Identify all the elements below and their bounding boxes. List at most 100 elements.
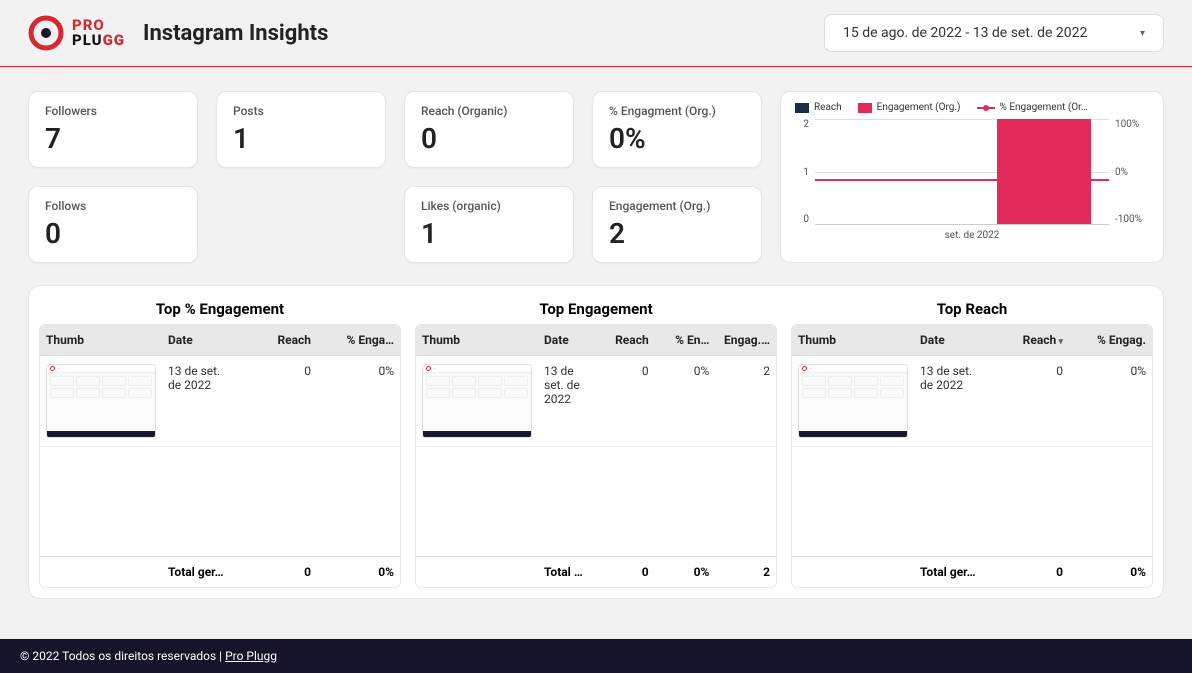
- y-axis-right: 100% 0% -100%: [1115, 119, 1149, 225]
- table-title: Top % Engagement: [39, 294, 401, 324]
- table-row[interactable]: — 13 de set. de 2022 0 0%: [792, 356, 1152, 447]
- col-reach[interactable]: Reach: [234, 325, 317, 355]
- metric-label: Posts: [233, 104, 369, 118]
- legend-reach[interactable]: Reach: [795, 102, 842, 113]
- y-axis-left: 2 1 0: [795, 119, 809, 225]
- app-footer: © 2022 Todos os direitos reservados | Pr…: [0, 639, 1192, 673]
- table-body: — 13 de set. de 2022 0 0% 2: [416, 356, 776, 556]
- col-pct-engagement[interactable]: % Engag.: [1069, 325, 1152, 355]
- metric-label: Engagement (Org.): [609, 199, 745, 213]
- metric-value: 0%: [609, 122, 745, 155]
- swatch-icon: [795, 103, 809, 113]
- table-footer: Total ger… 0 0%: [40, 556, 400, 587]
- chart-legend: Reach Engagement (Org.) % Engagement (Or…: [795, 102, 1149, 113]
- col-date[interactable]: Date: [914, 325, 986, 355]
- table-body: — 13 de set. de 2022 0 0%: [40, 356, 400, 556]
- col-date[interactable]: Date: [538, 325, 594, 355]
- table-title: Top Reach: [791, 294, 1153, 324]
- metric-reach-organic: Reach (Organic) 0: [404, 91, 574, 168]
- metric-engagement-pct: % Engagment (Org.) 0%: [592, 91, 762, 168]
- metric-followers: Followers 7: [28, 91, 198, 168]
- metric-posts: Posts 1: [216, 91, 386, 168]
- footer-reach: 0: [986, 557, 1069, 587]
- col-reach[interactable]: Reach: [986, 325, 1069, 355]
- bar-engagement: [997, 119, 1091, 224]
- metric-value: 1: [233, 122, 369, 155]
- date-range-picker[interactable]: 15 de ago. de 2022 - 13 de set. de 2022 …: [824, 14, 1164, 52]
- table-top-engagement: Top Engagement Thumb Date Reach % En… En…: [415, 294, 777, 588]
- date-range-label: 15 de ago. de 2022 - 13 de set. de 2022: [843, 25, 1087, 41]
- metric-value: 7: [45, 122, 181, 155]
- footer-pct: 0%: [317, 557, 400, 587]
- page-title: Instagram Insights: [143, 21, 328, 46]
- table-row[interactable]: — 13 de set. de 2022 0 0%: [40, 356, 400, 447]
- cell-reach: 0: [234, 356, 317, 446]
- cell-pct: 0%: [655, 356, 716, 446]
- metric-value: 0: [45, 217, 181, 250]
- post-thumbnail: —: [422, 364, 532, 438]
- metric-engagement-org: Engagement (Org.) 2: [592, 186, 762, 263]
- cell-pct: 0%: [317, 356, 400, 446]
- legend-engagement-pct[interactable]: % Engagement (Or…: [977, 102, 1088, 113]
- data-point: [1040, 175, 1048, 183]
- footer-pct: 0%: [655, 557, 716, 587]
- table-top-pct-engagement: Top % Engagement Thumb Date Reach % Enga…: [39, 294, 401, 588]
- metric-likes-organic: Likes (organic) 1: [404, 186, 574, 263]
- table-footer: Total ger… 0 0%: [792, 556, 1152, 587]
- plot-area: [815, 119, 1109, 225]
- col-date[interactable]: Date: [162, 325, 234, 355]
- col-thumb[interactable]: Thumb: [792, 325, 914, 355]
- logo-icon: [28, 15, 64, 51]
- cell-date: 13 de set. de 2022: [538, 356, 594, 446]
- legend-engagement[interactable]: Engagement (Org.): [858, 102, 961, 113]
- logo-line2: PLUGG: [72, 33, 125, 48]
- chart-card: Reach Engagement (Org.) % Engagement (Or…: [780, 91, 1164, 263]
- footer-pct: 0%: [1069, 557, 1152, 587]
- footer-reach: 0: [234, 557, 317, 587]
- logo-text: PRO PLUGG: [72, 18, 125, 48]
- post-thumbnail: —: [798, 364, 908, 438]
- cell-date: 13 de set. de 2022: [914, 356, 986, 446]
- metric-label: Followers: [45, 104, 181, 118]
- col-thumb[interactable]: Thumb: [40, 325, 162, 355]
- main-content: Followers 7 Posts 1 Reach (Organic) 0 % …: [0, 67, 1192, 611]
- col-pct-engagement[interactable]: % Enga…: [317, 325, 400, 355]
- table-body: — 13 de set. de 2022 0 0%: [792, 356, 1152, 556]
- x-axis-label: set. de 2022: [795, 230, 1149, 241]
- cell-thumb: —: [416, 356, 538, 446]
- cell-thumb: —: [792, 356, 914, 446]
- cell-thumb: —: [40, 356, 162, 446]
- footer-copyright: © 2022 Todos os direitos reservados |: [20, 649, 225, 663]
- table-title: Top Engagement: [415, 294, 777, 324]
- metric-label: Likes (organic): [421, 199, 557, 213]
- footer-engagement: 2: [715, 557, 776, 587]
- app-header: PRO PLUGG Instagram Insights 15 de ago. …: [0, 0, 1192, 67]
- chart-body: 2 1 0 100% 0% -100% set. de 2022: [795, 119, 1149, 239]
- col-thumb[interactable]: Thumb: [416, 325, 538, 355]
- tables-area: Top % Engagement Thumb Date Reach % Enga…: [28, 285, 1164, 599]
- cell-reach: 0: [986, 356, 1069, 446]
- footer-link[interactable]: Pro Plugg: [225, 649, 277, 663]
- table-header: Thumb Date Reach % Engag.: [792, 325, 1152, 356]
- footer-label: Total ger…: [914, 557, 986, 587]
- cell-date: 13 de set. de 2022: [162, 356, 234, 446]
- table-row[interactable]: — 13 de set. de 2022 0 0% 2: [416, 356, 776, 447]
- metric-value: 1: [421, 217, 557, 250]
- line-engagement-pct: [815, 179, 1109, 181]
- metric-label: Reach (Organic): [421, 104, 557, 118]
- swatch-icon: [858, 103, 872, 113]
- col-reach[interactable]: Reach: [594, 325, 655, 355]
- col-pct-engagement[interactable]: % En…: [655, 325, 716, 355]
- metric-value: 0: [421, 122, 557, 155]
- line-marker-icon: [977, 107, 995, 109]
- table-header: Thumb Date Reach % En… Engag.…: [416, 325, 776, 356]
- table: Thumb Date Reach % Enga… —: [39, 324, 401, 588]
- cell-engagement: 2: [715, 356, 776, 446]
- table-header: Thumb Date Reach % Enga…: [40, 325, 400, 356]
- table: Thumb Date Reach % Engag. —: [791, 324, 1153, 588]
- header-left: PRO PLUGG Instagram Insights: [28, 15, 328, 51]
- table: Thumb Date Reach % En… Engag.… —: [415, 324, 777, 588]
- metric-label: Follows: [45, 199, 181, 213]
- col-engagement[interactable]: Engag.…: [715, 325, 776, 355]
- post-thumbnail: —: [46, 364, 156, 438]
